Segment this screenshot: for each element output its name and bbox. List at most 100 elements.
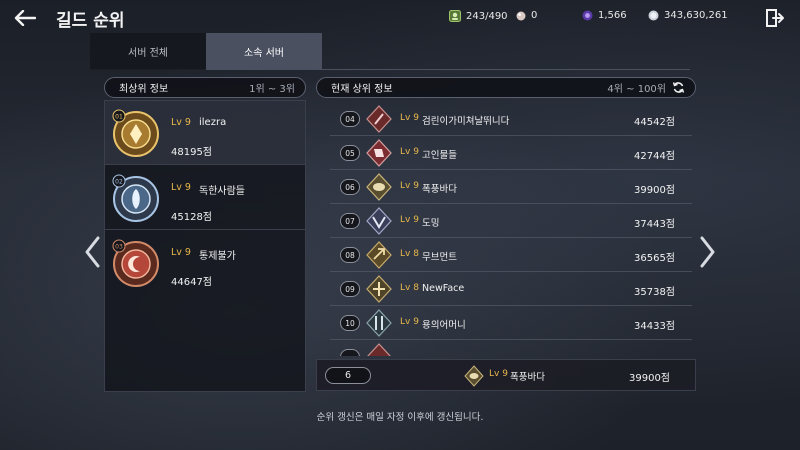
guild-name: 독한사람들 [199,186,245,197]
ranking-row[interactable]: 08 Lv 8 무브먼트 36565점 [330,238,692,272]
guild-name: 용의어머니 [422,320,466,331]
guild-name: 폭풍바다 [422,184,457,195]
rank-badge: 06 [340,179,360,195]
guild-level: Lv 8 [400,249,419,259]
update-notice: 순위 갱신은 매일 자정 이후에 갱신됩니다. [316,412,484,423]
my-guild-score: 39900점 [629,373,671,384]
top-ranking-panel: 01 Lv 9 ilezra 48195점 02 Lv 9 독한사람들 4512… [104,100,306,392]
top-rank-item[interactable]: 03 Lv 9 통제불가 44647점 [105,231,305,295]
exit-door-icon [766,9,784,27]
guild-emblem-icon [464,365,484,387]
top-section-title: 최상위 정보 [119,84,169,95]
guild-score: 45128점 [171,212,213,223]
guild-score: 42744점 [634,151,676,162]
silver-count: 343,630,261 [648,10,728,21]
silver-coin-icon [648,10,659,21]
guild-score: 37443점 [634,219,676,230]
rank-badge: 07 [340,213,360,229]
tab-my-server[interactable]: 소속 서버 [206,33,322,70]
guild-name: 도밍 [422,218,440,229]
guild-member-icon [449,10,461,22]
rank-number: 02 [115,179,123,186]
guild-level: Lv 9 [171,247,191,258]
guild-emblem-icon [366,241,392,269]
guild-name: ilezra [199,117,227,128]
guild-level: Lv 9 [400,317,419,327]
my-guild-name: 폭풍바다 [510,372,545,383]
next-page-button[interactable] [696,232,720,272]
exit-button[interactable] [762,6,788,30]
guild-emblem-icon [367,343,391,356]
rank-number: 03 [115,244,123,251]
back-button[interactable] [10,4,40,32]
guild-level: Lv 9 [400,147,419,157]
guild-emblem-icon [366,207,392,235]
top-section-header: 최상위 정보 1위 ~ 3위 [104,77,306,98]
guild-member-count: 243/490 [449,10,508,22]
guild-name: 검린이가미쳐날뛰니다 [422,116,510,127]
purple-gem-value: 1,566 [598,10,627,21]
guild-emblem-icon: 01 [112,109,159,157]
ranking-row[interactable]: 09 Lv 8 NewFace 35738점 [330,272,692,306]
guild-score: 39900점 [634,185,676,196]
ranking-row-partial [330,340,692,356]
guild-member-value: 243/490 [466,10,508,22]
ranking-row[interactable]: 05 Lv 9 고인물들 42744점 [330,136,692,170]
guild-score: 48195점 [171,147,213,158]
purple-gem-count: 1,566 [582,10,627,21]
guild-name: 무브먼트 [422,252,457,263]
list-section-header: 현재 상위 정보 4위 ~ 100위 [316,77,696,98]
guild-emblem-icon [366,275,392,303]
my-guild-rank: 6 [325,367,371,384]
guild-level: Lv 9 [400,113,419,123]
chevron-right-icon [700,236,715,268]
guild-emblem-icon: 03 [112,239,159,287]
guild-score: 44647점 [171,277,213,288]
guild-level: Lv 9 [171,117,191,128]
back-arrow-icon [14,10,36,26]
rank-badge [340,349,360,356]
list-section-range: 4위 ~ 100위 [607,84,666,95]
ranking-row[interactable]: 10 Lv 9 용의어머니 34433점 [330,306,692,340]
guild-emblem-icon [366,105,392,133]
guild-emblem-icon [366,309,392,337]
rank-badge: 08 [340,247,360,263]
purple-gem-icon [582,10,593,21]
chevron-left-icon [85,236,100,268]
rank-badge: 09 [340,281,360,297]
guild-level: Lv 9 [171,182,191,193]
guild-level: Lv 8 [400,283,419,293]
guild-level: Lv 9 [400,181,419,191]
tab-all-servers[interactable]: 서버 전체 [90,33,206,70]
ranking-row[interactable]: 07 Lv 9 도밍 37443점 [330,204,692,238]
rank-badge: 10 [340,315,360,331]
pearl-value: 0 [531,10,538,21]
rank-badge: 05 [340,145,360,161]
guild-emblem-icon: 02 [112,174,159,222]
guild-score: 35738점 [634,287,676,298]
ranking-row[interactable]: 06 Lv 9 폭풍바다 39900점 [330,170,692,204]
my-guild-rank-bar: 6 Lv 9 폭풍바다 39900점 [316,359,696,391]
ranking-list[interactable]: 04 Lv 9 검린이가미쳐날뛰니다 44542점 05 Lv 9 고인물들 4… [320,100,696,356]
guild-emblem-icon [366,173,392,201]
prev-page-button[interactable] [80,232,104,272]
guild-name: 통제불가 [199,251,236,262]
guild-emblem-icon [366,139,392,167]
guild-score: 44542점 [634,117,676,128]
rank-number: 01 [115,114,123,121]
pearl-count: 0 [516,10,537,21]
top-rank-item[interactable]: 02 Lv 9 독한사람들 45128점 [105,166,305,230]
top-rank-item[interactable]: 01 Lv 9 ilezra 48195점 [105,101,305,165]
guild-name: 고인물들 [422,150,457,161]
rank-badge: 04 [340,111,360,127]
guild-level: Lv 9 [400,215,419,225]
guild-score: 36565점 [634,253,676,264]
page-title: 길드 순위 [56,11,125,31]
list-section-title: 현재 상위 정보 [331,84,393,95]
top-section-range: 1위 ~ 3위 [249,84,295,95]
tab-bar: 서버 전체 소속 서버 [90,33,690,70]
ranking-row[interactable]: 04 Lv 9 검린이가미쳐날뛰니다 44542점 [330,102,692,136]
refresh-icon[interactable] [672,81,685,94]
silver-value: 343,630,261 [664,10,728,21]
guild-score: 34433점 [634,321,676,332]
